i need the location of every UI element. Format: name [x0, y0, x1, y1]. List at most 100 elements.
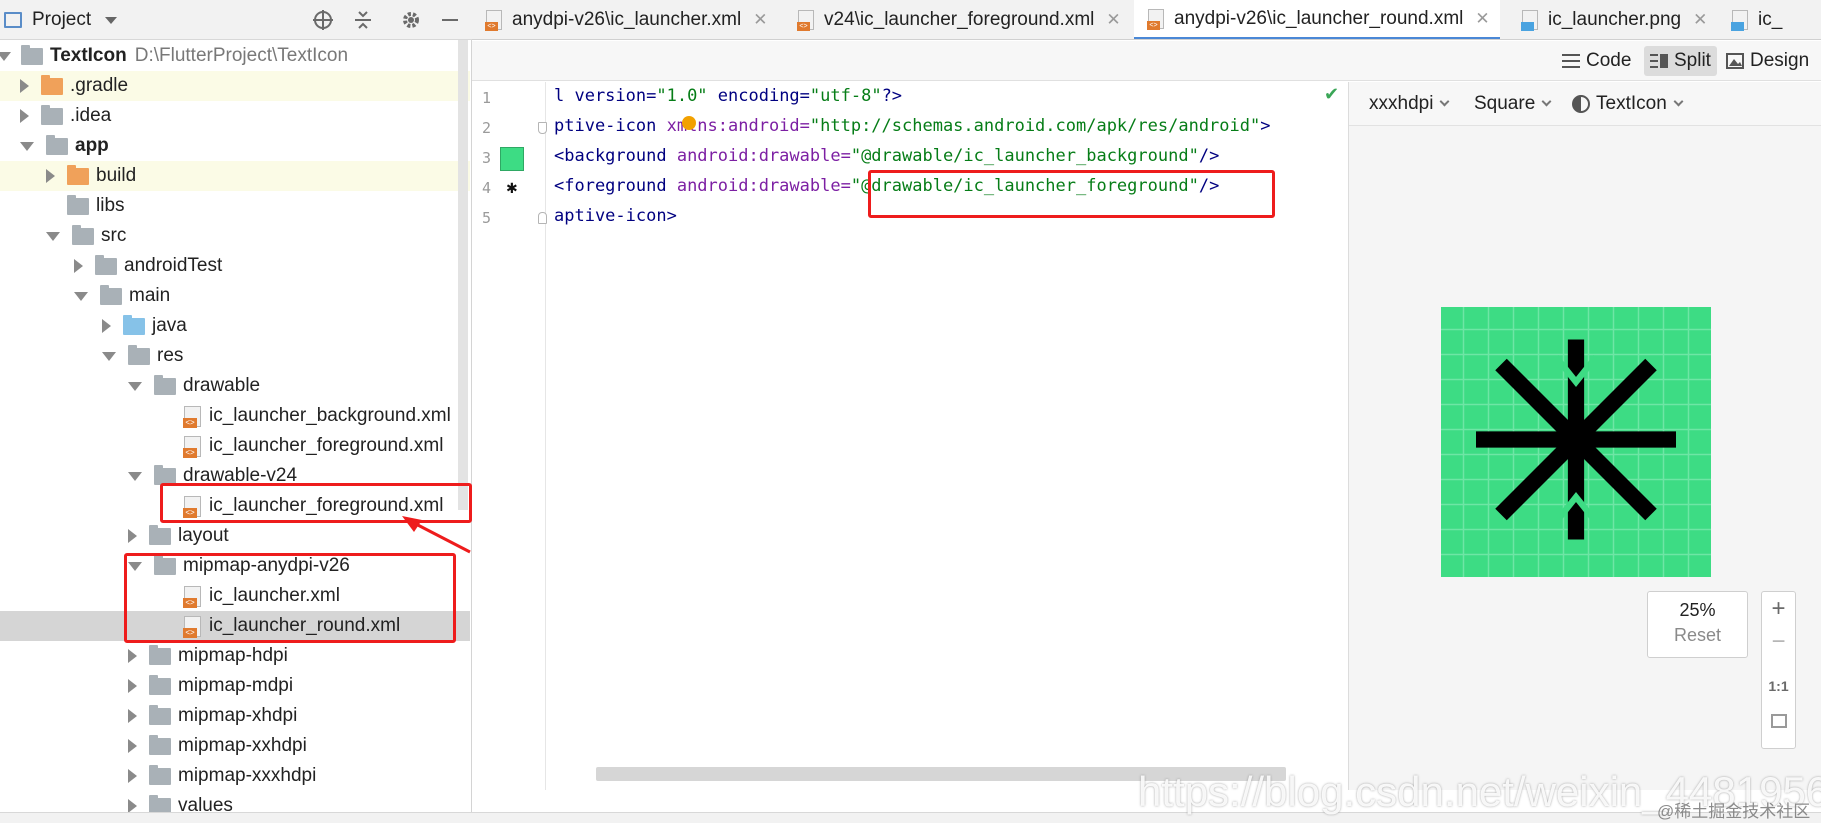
tree-item-build[interactable]: build	[0, 161, 470, 191]
expand-arrow-icon[interactable]	[128, 709, 137, 723]
folder-icon	[149, 644, 171, 665]
fold-marker-icon[interactable]	[538, 122, 547, 134]
fit-screen-icon[interactable]	[1771, 714, 1787, 728]
expand-arrow-icon[interactable]	[128, 381, 142, 391]
zoom-reset-button[interactable]: Reset	[1648, 625, 1747, 646]
code-mode-button[interactable]: Code	[1556, 46, 1637, 76]
lines-icon	[1562, 54, 1580, 68]
folder-icon	[154, 374, 176, 395]
lightbulb-icon[interactable]	[682, 116, 696, 130]
collapse-all-button[interactable]	[353, 0, 373, 40]
tab-ic-truncated[interactable]: ic_	[1731, 0, 1782, 39]
tree-item-androidtest[interactable]: androidTest	[0, 251, 470, 281]
checkmark-icon: ✔	[1324, 84, 1340, 104]
tree-item-file[interactable]: ic_launcher_foreground.xml	[0, 431, 470, 461]
tab-anydpi-ic-launcher-round[interactable]: anydpi-v26\ic_launcher_round.xml ✕	[1134, 0, 1500, 39]
code-token: aptive-icon>	[554, 206, 677, 226]
tree-item-mipmap-xxhdpi[interactable]: mipmap-xxhdpi	[0, 731, 470, 761]
zoom-in-icon[interactable]: +	[1762, 595, 1795, 623]
tree-item-label: ic_launcher_foreground.xml	[209, 435, 444, 456]
expand-arrow-icon[interactable]	[128, 769, 137, 783]
tab-label: anydpi-v26\ic_launcher_round.xml	[1174, 7, 1464, 29]
color-swatch-icon[interactable]	[500, 147, 524, 171]
expand-arrow-icon[interactable]	[128, 799, 137, 813]
zoom-out-icon[interactable]: −	[1762, 628, 1795, 656]
project-view-icon	[4, 12, 22, 28]
folder-icon	[149, 524, 171, 545]
close-icon[interactable]: ✕	[753, 10, 767, 30]
expand-arrow-icon[interactable]	[20, 109, 29, 123]
settings-button[interactable]	[400, 0, 422, 40]
tree-item-label: build	[96, 165, 137, 186]
tab-anydpi-ic-launcher[interactable]: anydpi-v26\ic_launcher.xml ✕	[485, 0, 767, 39]
expand-arrow-icon[interactable]	[46, 169, 55, 183]
expand-arrow-icon[interactable]	[74, 291, 88, 301]
chevron-down-icon	[1541, 96, 1552, 107]
editor-mode-bar: Code Split Design	[472, 41, 1821, 81]
code-token: encoding=	[707, 86, 810, 106]
tree-item-root[interactable]: TextIcon D:\FlutterProject\TextIcon	[0, 41, 470, 71]
project-panel: Project TextIcon D:\FlutterProject\TextI…	[0, 0, 472, 823]
expand-arrow-icon[interactable]	[128, 679, 137, 693]
expand-arrow-icon[interactable]	[102, 319, 111, 333]
minimize-icon	[442, 19, 458, 21]
locate-file-button[interactable]	[312, 0, 334, 40]
xml-file-icon	[797, 10, 814, 31]
code-line-3: <background android:drawable="@drawable/…	[554, 146, 1219, 166]
theme-dropdown[interactable]: TextIcon	[1572, 82, 1684, 126]
actual-size-button[interactable]: 1:1	[1762, 678, 1795, 694]
code-token: "@drawable/ic_launcher_background"	[850, 146, 1199, 166]
split-mode-button[interactable]: Split	[1644, 46, 1717, 76]
shape-dropdown[interactable]: Square	[1474, 82, 1552, 126]
tab-ic-launcher-png[interactable]: ic_launcher.png ✕	[1521, 0, 1707, 39]
tree-item-label: java	[152, 315, 187, 336]
xml-file-icon	[1147, 8, 1164, 30]
expand-arrow-icon[interactable]	[74, 259, 83, 273]
gear-icon	[403, 12, 419, 28]
tree-item-res[interactable]: res	[0, 341, 470, 371]
close-icon[interactable]: ✕	[1475, 9, 1489, 29]
tree-item-label: mipmap-xxhdpi	[178, 735, 307, 756]
expand-arrow-icon[interactable]	[0, 51, 11, 61]
folder-icon	[67, 164, 89, 185]
tree-item-main[interactable]: main	[0, 281, 470, 311]
tree-item-gradle[interactable]: .gradle	[0, 71, 470, 101]
vector-preview-icon[interactable]: ✱	[506, 180, 518, 197]
tree-item-mipmap-mdpi[interactable]: mipmap-mdpi	[0, 671, 470, 701]
tree-item-mipmap-hdpi[interactable]: mipmap-hdpi	[0, 641, 470, 671]
tree-scrollbar[interactable]	[458, 40, 468, 510]
expand-arrow-icon[interactable]	[128, 739, 137, 753]
tree-item-label: app	[75, 135, 109, 156]
expand-arrow-icon[interactable]	[20, 79, 29, 93]
tree-item-idea[interactable]: .idea	[0, 101, 470, 131]
tree-item-app[interactable]: app	[0, 131, 470, 161]
chevron-down-icon	[1673, 96, 1684, 107]
density-value: xxxhdpi	[1369, 93, 1434, 114]
tree-item-mipmap-xxxhdpi[interactable]: mipmap-xxxhdpi	[0, 761, 470, 791]
expand-arrow-icon[interactable]	[20, 141, 34, 151]
close-icon[interactable]: ✕	[1106, 10, 1120, 30]
expand-arrow-icon[interactable]	[128, 529, 137, 543]
expand-arrow-icon[interactable]	[128, 649, 137, 663]
annotation-arrow	[402, 516, 471, 554]
design-mode-button[interactable]: Design	[1720, 46, 1815, 76]
close-icon[interactable]: ✕	[1693, 10, 1707, 30]
expand-arrow-icon[interactable]	[102, 351, 116, 361]
tab-v24-foreground[interactable]: v24\ic_launcher_foreground.xml ✕	[797, 0, 1121, 39]
expand-arrow-icon[interactable]	[46, 231, 60, 241]
fold-marker-icon[interactable]	[538, 212, 547, 224]
line-number: 2	[482, 119, 492, 137]
tree-item-drawable[interactable]: drawable	[0, 371, 470, 401]
tree-item-libs[interactable]: libs	[0, 191, 470, 221]
tree-item-src[interactable]: src	[0, 221, 470, 251]
zoom-indicator[interactable]: 25% Reset	[1647, 591, 1748, 658]
tree-item-file[interactable]: ic_launcher_background.xml	[0, 401, 470, 431]
tree-item-label: ic_launcher_background.xml	[209, 405, 451, 426]
source-folder-icon	[123, 314, 145, 335]
density-dropdown[interactable]: xxxhdpi	[1369, 82, 1450, 126]
project-view-selector[interactable]: Project	[4, 0, 118, 40]
hide-panel-button[interactable]	[440, 0, 460, 40]
tree-item-mipmap-xhdpi[interactable]: mipmap-xhdpi	[0, 701, 470, 731]
expand-arrow-icon[interactable]	[128, 471, 142, 481]
tree-item-java[interactable]: java	[0, 311, 470, 341]
